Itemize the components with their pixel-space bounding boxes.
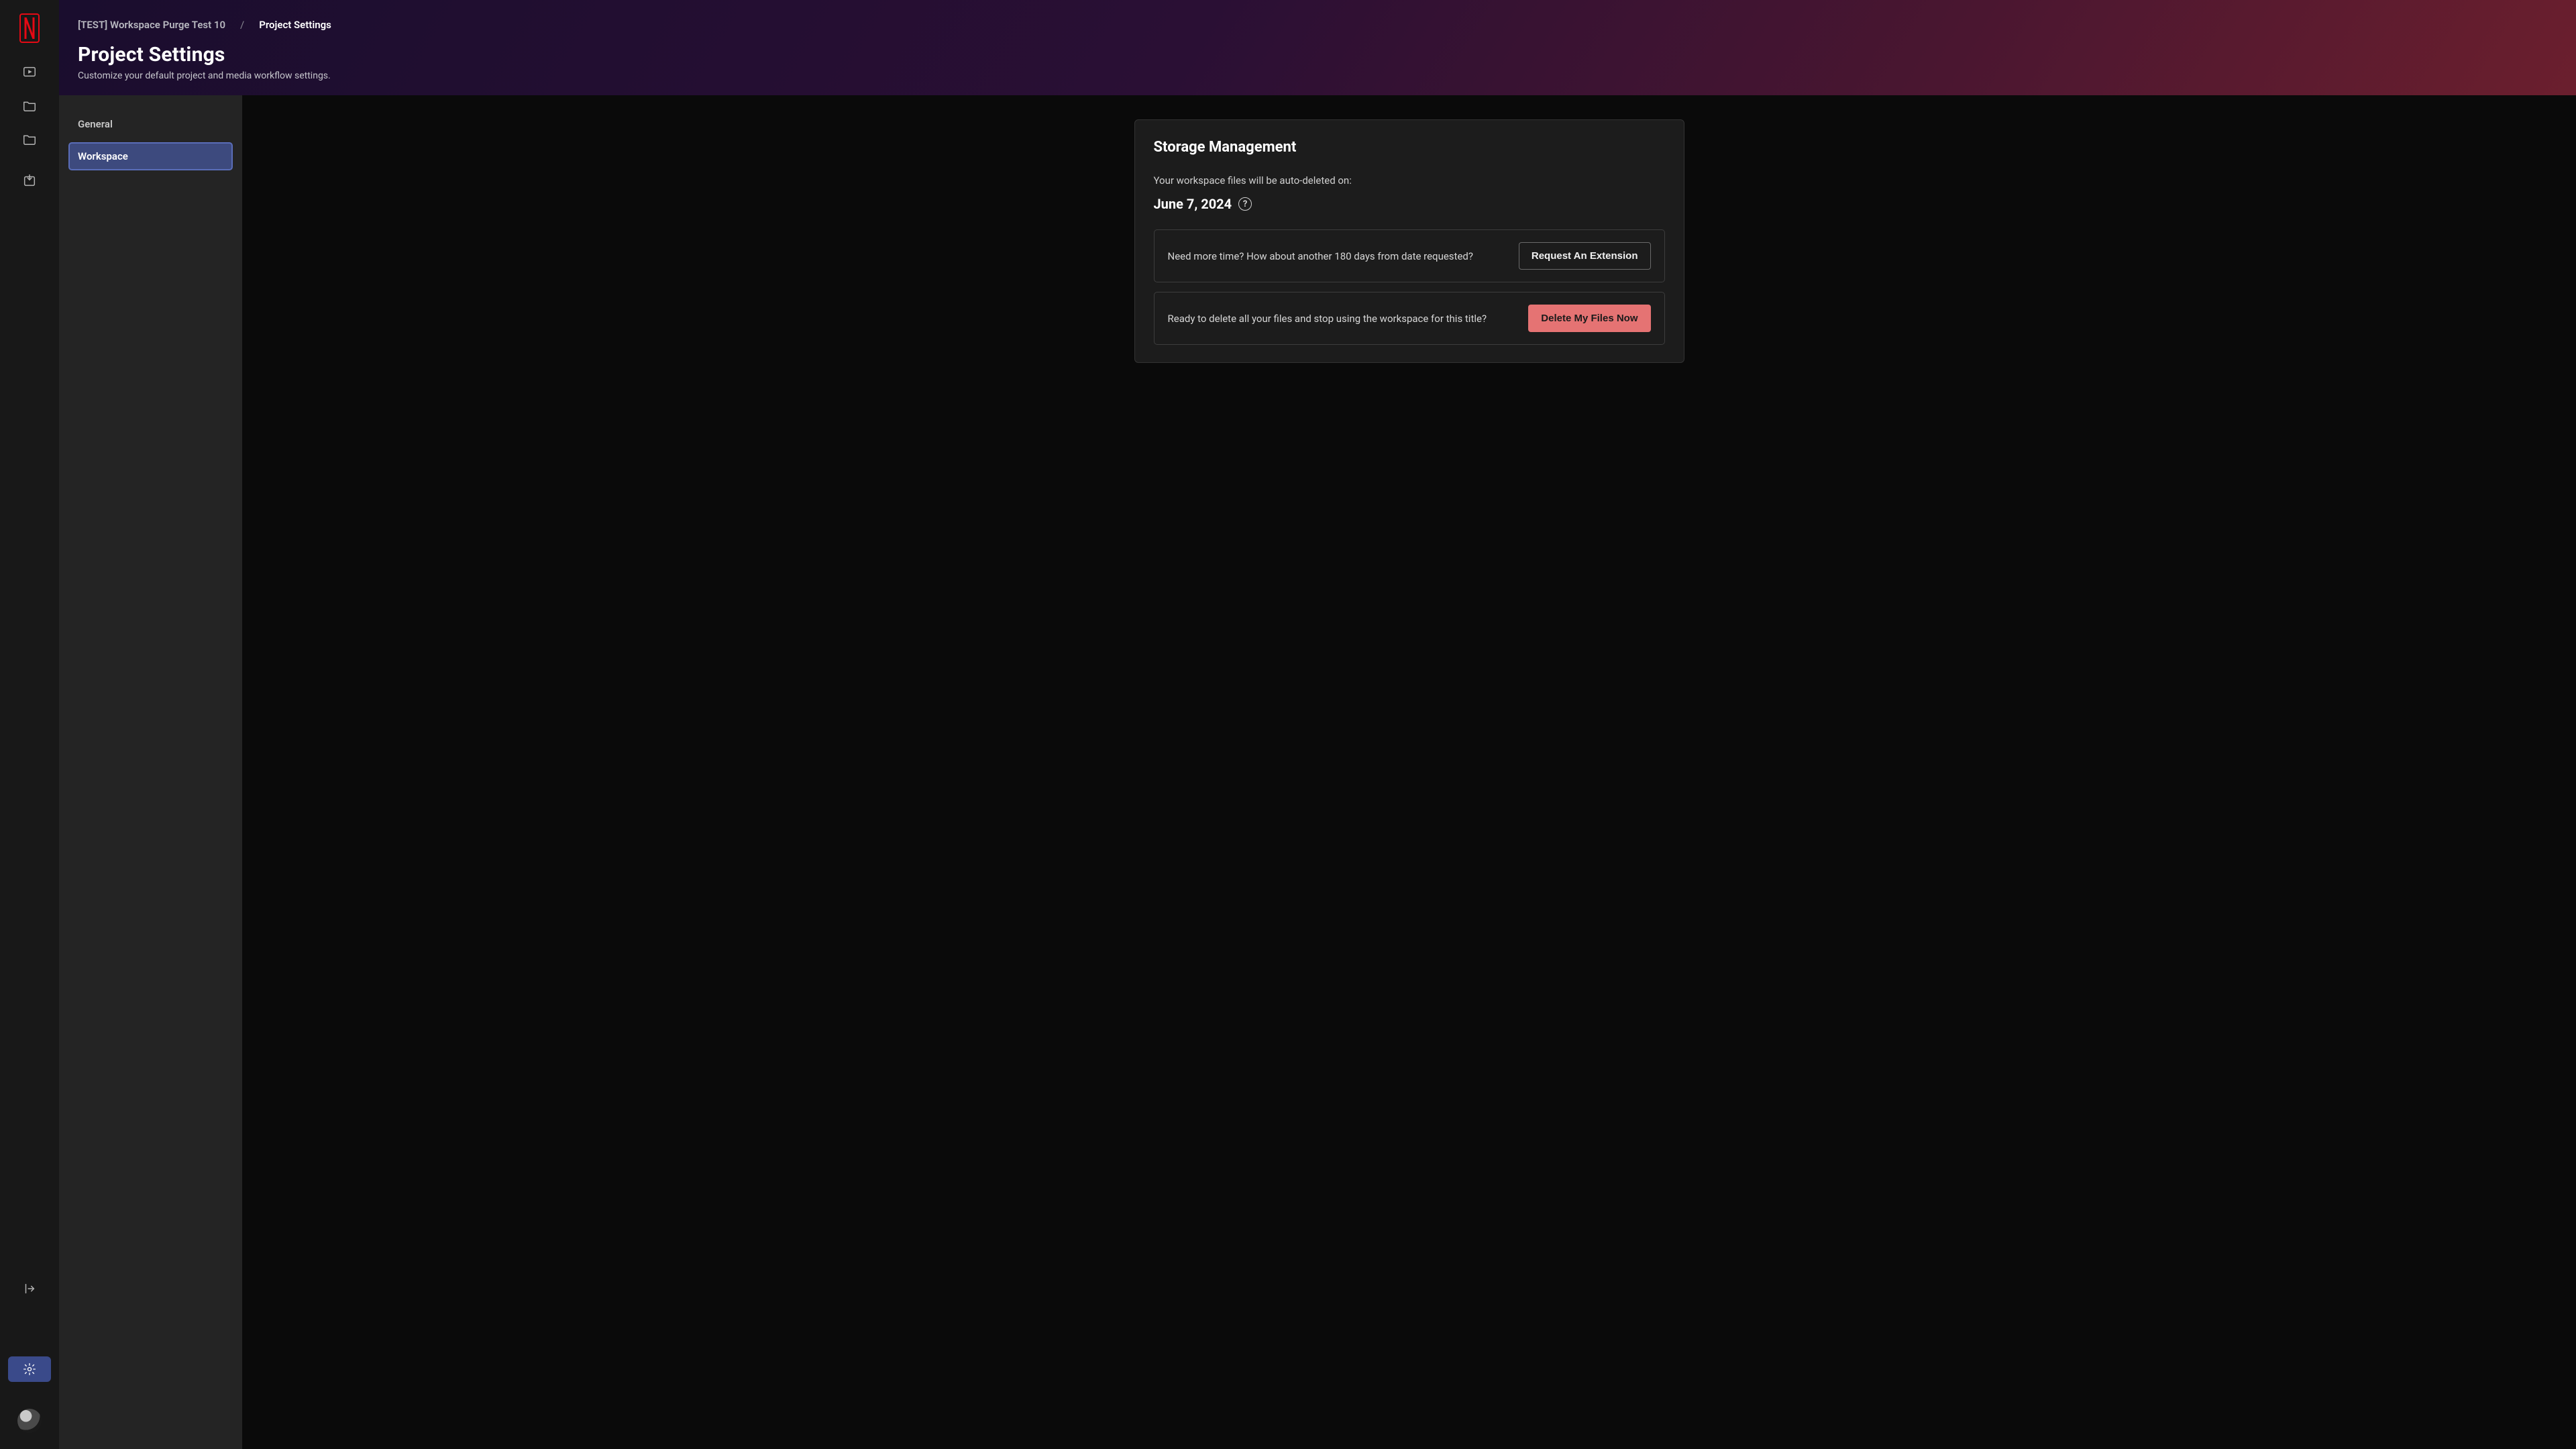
main-column: [TEST] Workspace Purge Test 10 / Project…: [59, 0, 2576, 1449]
page-header: [TEST] Workspace Purge Test 10 / Project…: [59, 0, 2576, 95]
storage-title: Storage Management: [1154, 139, 1665, 156]
help-icon[interactable]: ?: [1238, 197, 1252, 211]
settings-button[interactable]: [8, 1356, 51, 1382]
breadcrumb-current: Project Settings: [259, 19, 331, 31]
import-icon[interactable]: [22, 173, 37, 188]
body-row: General Workspace Storage Management You…: [59, 95, 2576, 1449]
auto-delete-label: Your workspace files will be auto-delete…: [1154, 174, 1665, 186]
gear-icon: [23, 1362, 36, 1376]
breadcrumb: [TEST] Workspace Purge Test 10 / Project…: [78, 19, 2557, 31]
auto-delete-date: June 7, 2024: [1154, 196, 1232, 212]
content-area: Storage Management Your workspace files …: [242, 95, 2576, 1449]
app-root: [TEST] Workspace Purge Test 10 / Project…: [0, 0, 2576, 1449]
settings-nav-workspace[interactable]: Workspace: [68, 142, 233, 170]
settings-nav-general[interactable]: General: [68, 110, 233, 138]
extension-text: Need more time? How about another 180 da…: [1168, 250, 1473, 262]
left-rail: [0, 0, 59, 1449]
settings-nav: General Workspace: [59, 95, 242, 1449]
page-subtitle: Customize your default project and media…: [78, 70, 2557, 81]
folder-icon[interactable]: [22, 98, 37, 113]
delete-row: Ready to delete all your files and stop …: [1154, 292, 1665, 345]
brand-logo[interactable]: [19, 13, 40, 43]
collapse-icon[interactable]: [22, 1281, 37, 1296]
delete-text: Ready to delete all your files and stop …: [1168, 313, 1487, 325]
breadcrumb-separator: /: [240, 19, 244, 31]
rail-group-top: [22, 64, 37, 146]
play-icon[interactable]: [22, 64, 37, 79]
delete-files-button[interactable]: Delete My Files Now: [1528, 305, 1650, 332]
extension-row: Need more time? How about another 180 da…: [1154, 229, 1665, 282]
folder-icon[interactable]: [22, 131, 37, 146]
netflix-n-icon: [23, 17, 36, 39]
user-avatar[interactable]: [17, 1409, 42, 1433]
request-extension-button[interactable]: Request An Extension: [1519, 242, 1651, 270]
auto-delete-date-row: June 7, 2024 ?: [1154, 196, 1665, 212]
page-title: Project Settings: [78, 43, 2557, 66]
breadcrumb-parent[interactable]: [TEST] Workspace Purge Test 10: [78, 19, 225, 31]
storage-management-card: Storage Management Your workspace files …: [1134, 119, 1684, 363]
